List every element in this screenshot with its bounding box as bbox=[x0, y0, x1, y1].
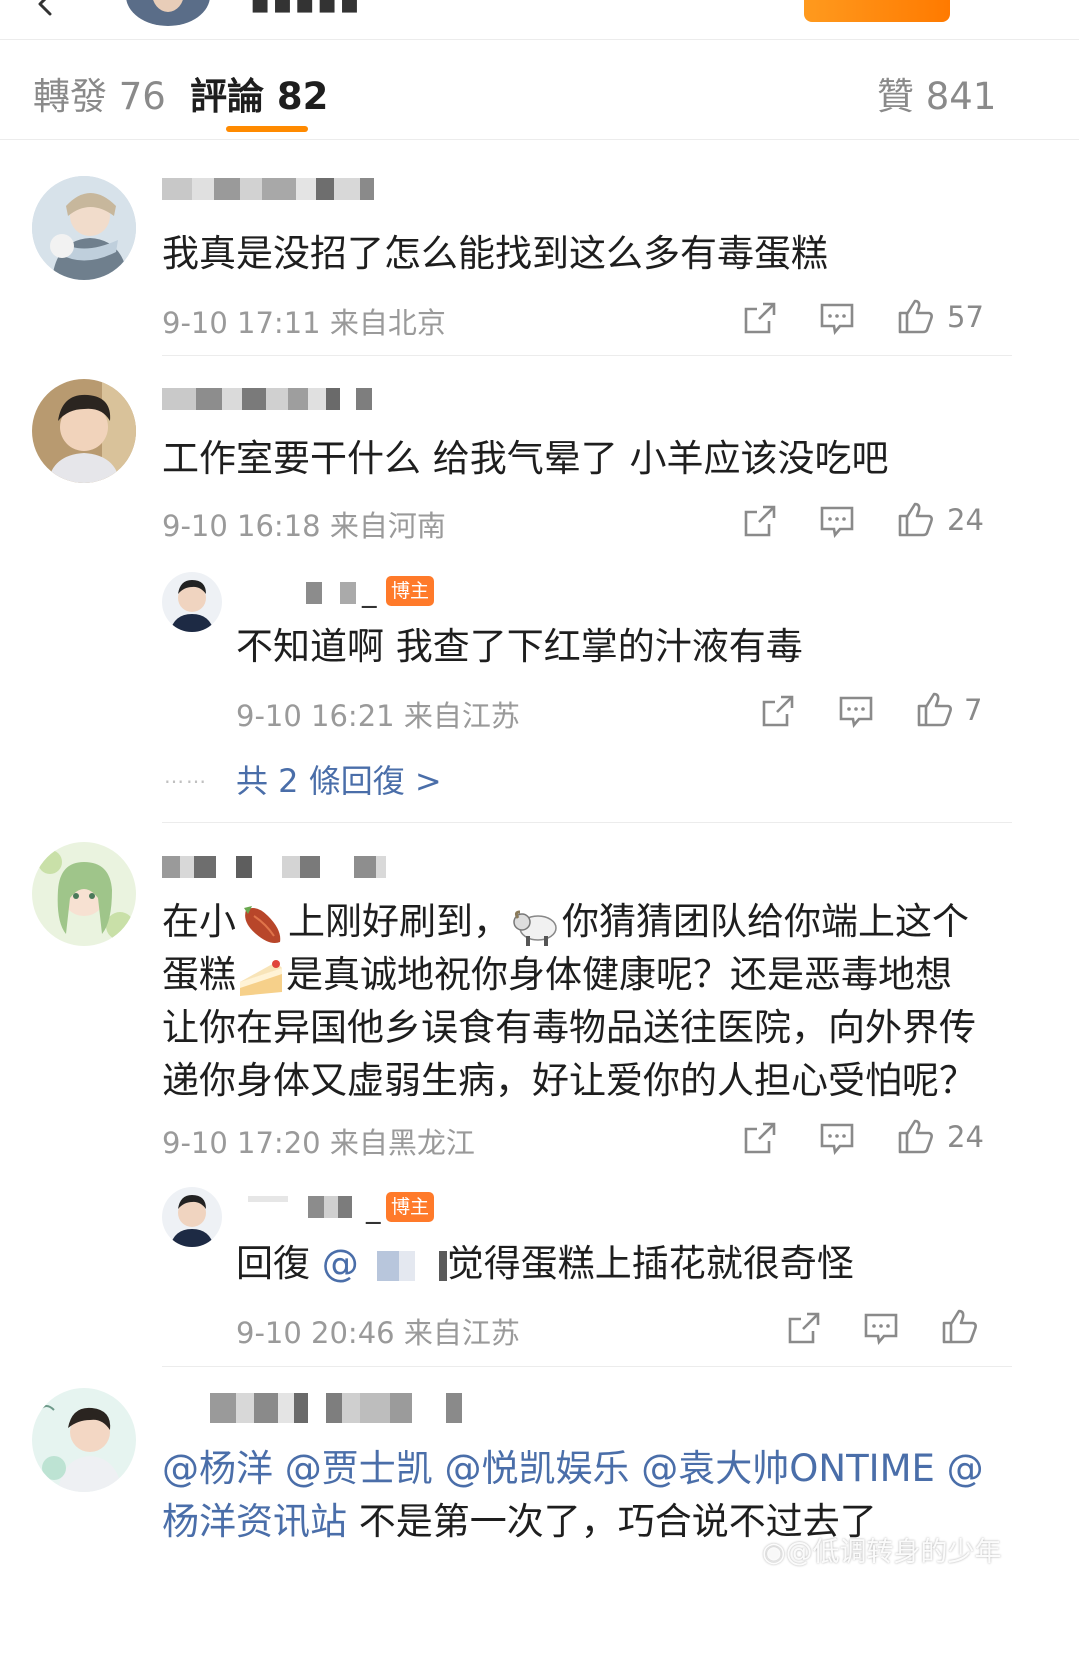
reply-name-tail: _ bbox=[362, 574, 377, 608]
like-count: 7 bbox=[964, 693, 983, 727]
comment-text-line: 在小 上刚好刷到， 你猜猜团队给你端上这个 bbox=[162, 893, 969, 950]
tab-likes[interactable]: 贊 841 bbox=[877, 66, 996, 120]
reply-meta: 9-10 20:46 来自江苏 bbox=[236, 1316, 520, 1350]
tab-bar: 轉發 76 評論 82 贊 841 bbox=[0, 40, 1079, 140]
reply-text: 不知道啊 我查了下红掌的汁液有毒 bbox=[236, 625, 803, 668]
divider bbox=[162, 355, 1012, 356]
avatar[interactable] bbox=[32, 176, 136, 280]
more-dots: …… bbox=[164, 764, 208, 788]
top-bar: ▪▪▪▪▪ bbox=[0, 0, 1079, 40]
author-name[interactable]: ▪▪▪▪▪ bbox=[250, 0, 362, 21]
repost-icon[interactable] bbox=[741, 1119, 779, 1157]
repost-icon[interactable] bbox=[759, 692, 797, 730]
avatar[interactable] bbox=[32, 1388, 136, 1492]
sheep-icon bbox=[513, 910, 557, 946]
comment-text-line: 让你在异国他乡误食有毒物品送往医院，向外界传 bbox=[162, 1006, 976, 1049]
weibo-logo-icon: ◉ bbox=[762, 1537, 786, 1568]
mention-blurred bbox=[358, 1250, 447, 1281]
more-replies-link[interactable]: 共 2 條回復 > bbox=[236, 756, 442, 802]
comment-text: 工作室要干什么 给我气晕了 小羊应该没吃吧 bbox=[162, 437, 889, 480]
avatar[interactable] bbox=[162, 1187, 222, 1247]
comment-text-line: 递你身体又虚弱生病，好让爱你的人担心受怕呢？ bbox=[162, 1059, 976, 1102]
comment-meta: 9-10 17:20 来自黑龙江 bbox=[162, 1126, 475, 1160]
like-count: 57 bbox=[947, 300, 984, 334]
like-icon[interactable] bbox=[896, 297, 934, 335]
repost-icon[interactable] bbox=[741, 502, 779, 540]
back-icon[interactable] bbox=[32, 0, 58, 18]
author-avatar[interactable] bbox=[126, 0, 210, 26]
follow-button[interactable] bbox=[804, 0, 950, 22]
username-blurred[interactable] bbox=[306, 582, 356, 604]
comment-icon[interactable] bbox=[818, 1119, 856, 1157]
author-badge: 博主 bbox=[386, 1192, 434, 1222]
avatar[interactable] bbox=[32, 842, 136, 946]
username-blurred[interactable] bbox=[162, 856, 386, 878]
comment-meta: 9-10 17:11 来自北京 bbox=[162, 306, 446, 340]
like-count: 24 bbox=[947, 1120, 984, 1154]
comment-icon[interactable] bbox=[862, 1309, 900, 1347]
author-badge: 博主 bbox=[386, 576, 434, 606]
avatar[interactable] bbox=[32, 379, 136, 483]
divider bbox=[162, 1366, 1012, 1367]
sweet-potato-icon bbox=[244, 905, 281, 943]
repost-icon[interactable] bbox=[741, 299, 779, 337]
like-icon[interactable] bbox=[896, 1117, 934, 1155]
like-count: 24 bbox=[947, 503, 984, 537]
mentions-line[interactable]: @杨洋 @贾士凯 @悦凯娱乐 @袁大帅ONTIME @ bbox=[162, 1440, 984, 1497]
avatar[interactable] bbox=[162, 572, 222, 632]
like-icon[interactable] bbox=[915, 690, 953, 728]
active-tab-indicator bbox=[226, 126, 308, 132]
like-icon[interactable] bbox=[896, 500, 934, 538]
username-blurred[interactable] bbox=[162, 388, 372, 410]
comment-text-line: 蛋糕 是真诚地祝你身体健康呢？还是恶毒地想 bbox=[162, 946, 952, 1003]
divider bbox=[162, 822, 1012, 823]
comment-icon[interactable] bbox=[818, 502, 856, 540]
username-blurred[interactable] bbox=[248, 1196, 352, 1218]
comment-meta: 9-10 16:18 来自河南 bbox=[162, 509, 446, 543]
reply-name-tail: _ bbox=[366, 1190, 381, 1224]
comment-icon[interactable] bbox=[837, 692, 875, 730]
username-blurred[interactable] bbox=[162, 178, 374, 200]
reply-meta: 9-10 16:21 来自江苏 bbox=[236, 699, 520, 733]
reply-text: 回復 @ 觉得蛋糕上插花就很奇怪 bbox=[236, 1242, 854, 1285]
watermark: ◉@低调转身的少年 bbox=[762, 1537, 1002, 1568]
mention-link[interactable]: 杨洋资讯站 bbox=[162, 1500, 347, 1543]
comment-icon[interactable] bbox=[818, 299, 856, 337]
repost-icon[interactable] bbox=[785, 1309, 823, 1347]
comment-text: 我真是没招了怎么能找到这么多有毒蛋糕 bbox=[162, 232, 828, 275]
cake-icon bbox=[240, 959, 282, 996]
mention-link[interactable]: @ bbox=[322, 1242, 359, 1285]
tab-reposts[interactable]: 轉發 76 bbox=[33, 66, 166, 120]
username-blurred[interactable] bbox=[210, 1393, 462, 1423]
tab-comments[interactable]: 評論 82 bbox=[190, 66, 328, 120]
like-icon[interactable] bbox=[940, 1307, 978, 1345]
